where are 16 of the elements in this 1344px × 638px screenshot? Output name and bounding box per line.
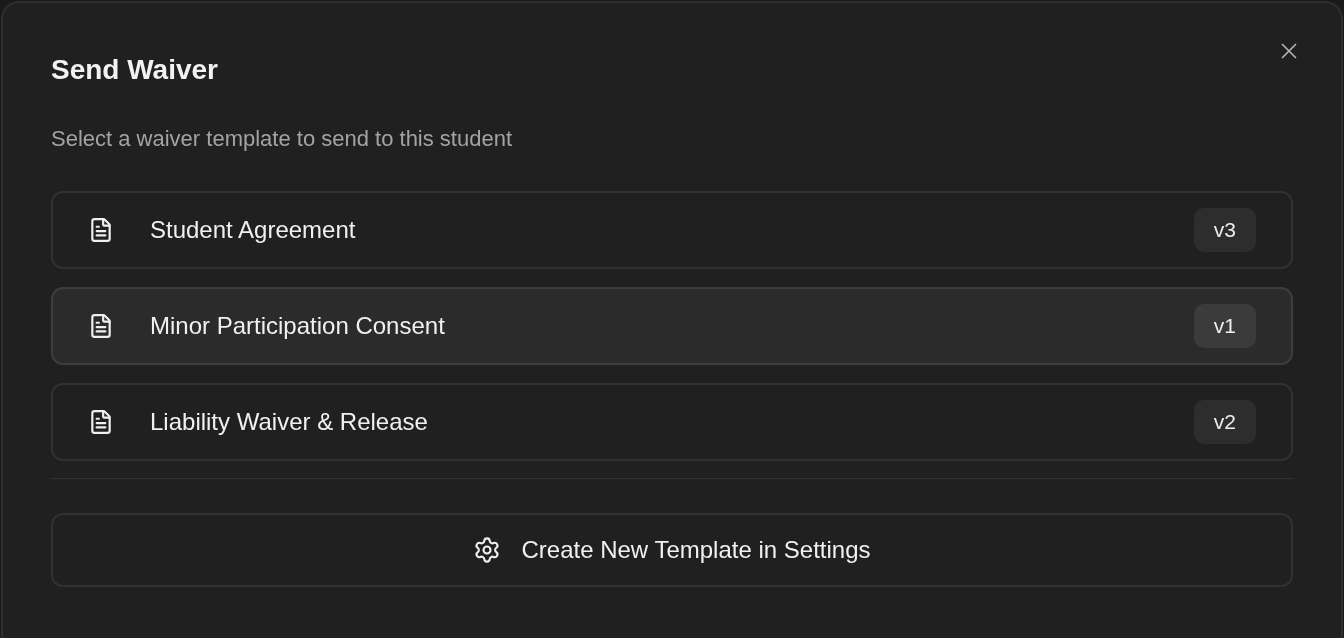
- template-name: Liability Waiver & Release: [150, 407, 429, 437]
- version-badge: v3: [1193, 208, 1256, 252]
- template-option[interactable]: Minor Participation Consent v1: [51, 287, 1293, 365]
- document-icon: [88, 313, 114, 339]
- dialog-title: Send Waiver: [51, 53, 219, 87]
- template-option[interactable]: Student Agreement v3: [51, 191, 1293, 269]
- version-badge: v1: [1193, 304, 1256, 348]
- version-badge: v2: [1193, 400, 1256, 444]
- document-icon: [88, 217, 114, 243]
- document-icon: [88, 409, 114, 435]
- template-name: Minor Participation Consent: [150, 311, 446, 341]
- template-option[interactable]: Liability Waiver & Release v2: [51, 383, 1293, 461]
- dialog-subtitle: Select a waiver template to send to this student: [51, 125, 514, 153]
- template-name: Student Agreement: [150, 215, 357, 245]
- settings-icon: [473, 536, 502, 564]
- create-template-button[interactable]: Create New Template in Settings: [51, 513, 1293, 587]
